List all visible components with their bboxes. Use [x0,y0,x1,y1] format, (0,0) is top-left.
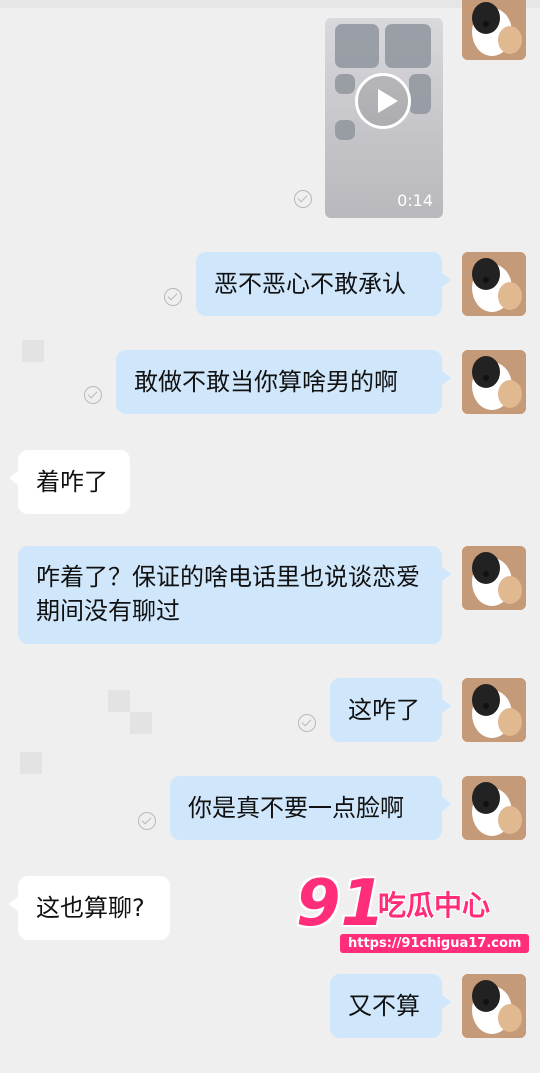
avatar[interactable] [462,0,526,60]
read-receipt-icon [294,190,312,208]
avatar[interactable] [462,350,526,414]
message-bubble-mine[interactable]: 恶不恶心不敢承认 [196,252,451,316]
message-text: 着咋了 [36,468,108,496]
watermark: 91 吃瓜中心 https://91chigua17.com [296,867,530,967]
read-receipt-icon [138,812,156,830]
dog-avatar-icon [462,252,526,316]
message-text: 这咋了 [348,696,420,724]
video-message[interactable]: 0:14 [325,18,443,218]
watermark-number: 91 [296,867,386,941]
dog-avatar-icon [462,776,526,840]
dog-avatar-icon [462,350,526,414]
message-bubble-theirs[interactable]: 这也算聊? [9,876,170,940]
dog-avatar-icon [462,546,526,610]
read-receipt-icon [84,386,102,404]
message-text: 你是真不要一点脸啊 [188,794,404,822]
dog-avatar-icon [462,678,526,742]
video-thumbnail-tile [385,24,431,68]
video-duration: 0:14 [397,191,433,210]
watermark-url: https://91chigua17.com [340,934,530,953]
dog-avatar-icon [462,974,526,1038]
video-thumbnail-tile [335,120,355,140]
avatar[interactable] [462,776,526,840]
video-thumbnail-tile [335,74,355,94]
message-bubble-theirs[interactable]: 着咋了 [9,450,130,514]
avatar[interactable] [462,252,526,316]
top-divider [0,0,540,8]
message-bubble-mine[interactable]: 这咋了 [330,678,451,742]
video-thumbnail-tile [335,24,379,68]
message-text: 咋着了？保证的啥电话里也说谈恋爱期间没有聊过 [36,563,420,625]
avatar[interactable] [462,974,526,1038]
avatar[interactable] [462,546,526,610]
avatar[interactable] [462,678,526,742]
background-artifact [20,752,42,774]
message-bubble-mine[interactable]: 敢做不敢当你算啥男的啊 [116,350,451,414]
play-icon[interactable] [355,73,411,129]
message-text: 敢做不敢当你算啥男的啊 [134,368,398,396]
message-text: 又不算 [348,992,420,1020]
message-text: 恶不恶心不敢承认 [214,270,406,298]
message-bubble-mine[interactable]: 咋着了？保证的啥电话里也说谈恋爱期间没有聊过 [18,546,451,644]
message-text: 这也算聊? [36,894,145,922]
background-artifact [130,712,152,734]
background-artifact [108,690,130,712]
message-bubble-mine[interactable]: 又不算 [330,974,451,1038]
read-receipt-icon [298,714,316,732]
message-bubble-mine[interactable]: 你是真不要一点脸啊 [170,776,451,840]
video-thumbnail-tile [409,74,431,114]
watermark-brand: 吃瓜中心 [378,889,491,922]
background-artifact [22,340,44,362]
read-receipt-icon [164,288,182,306]
dog-avatar-icon [462,0,526,60]
